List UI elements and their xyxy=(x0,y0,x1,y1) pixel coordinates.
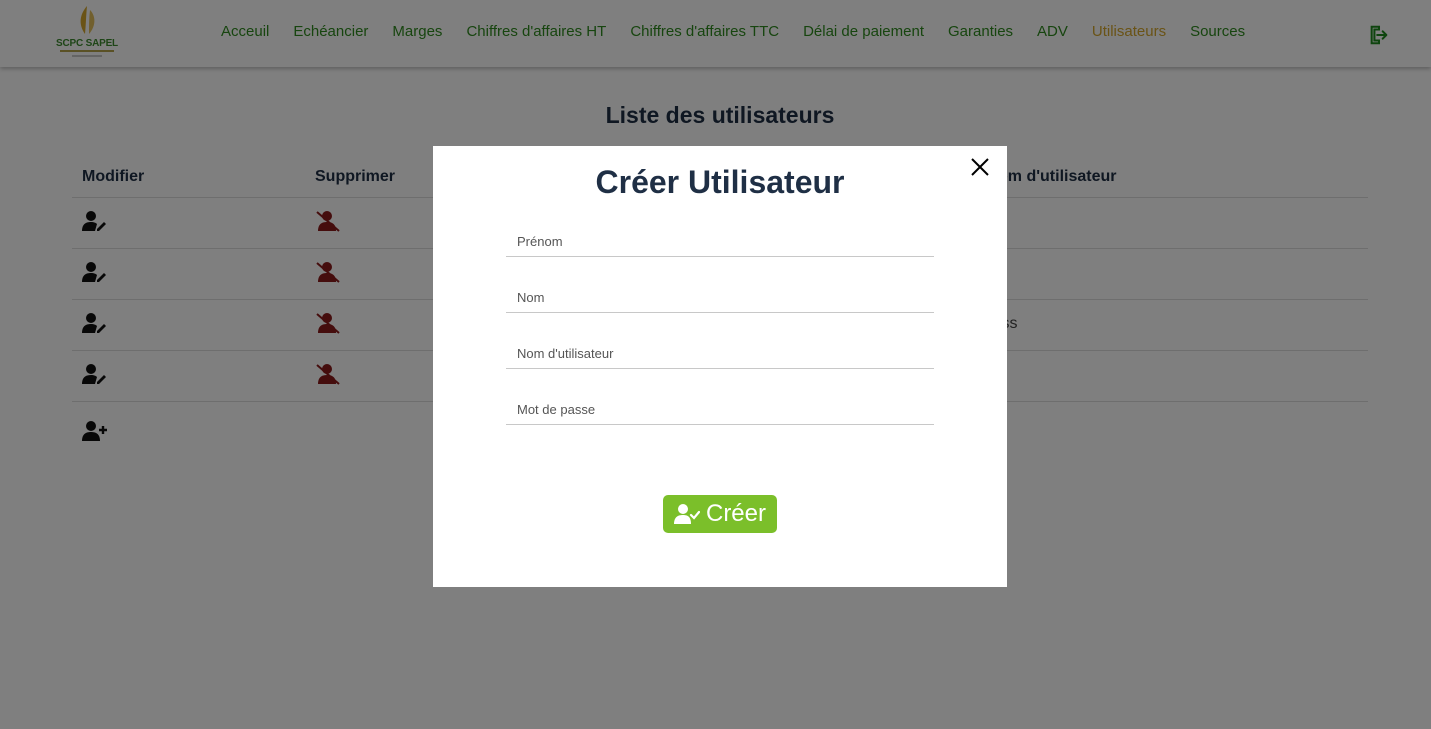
create-user-button[interactable]: Créer xyxy=(663,495,777,533)
modal-title: Créer Utilisateur xyxy=(595,164,845,200)
username-field xyxy=(506,333,934,369)
prenom-input[interactable] xyxy=(506,221,934,256)
nom-input[interactable] xyxy=(506,277,934,312)
password-field xyxy=(506,389,934,425)
prenom-field xyxy=(506,221,934,257)
password-input[interactable] xyxy=(506,389,934,424)
user-check-icon xyxy=(673,504,700,524)
close-icon[interactable] xyxy=(969,156,991,178)
create-button-label: Créer xyxy=(705,500,766,527)
username-input[interactable] xyxy=(506,333,934,368)
nom-field xyxy=(506,277,934,313)
create-user-modal: Créer Utilisateur Créer xyxy=(433,146,1007,587)
